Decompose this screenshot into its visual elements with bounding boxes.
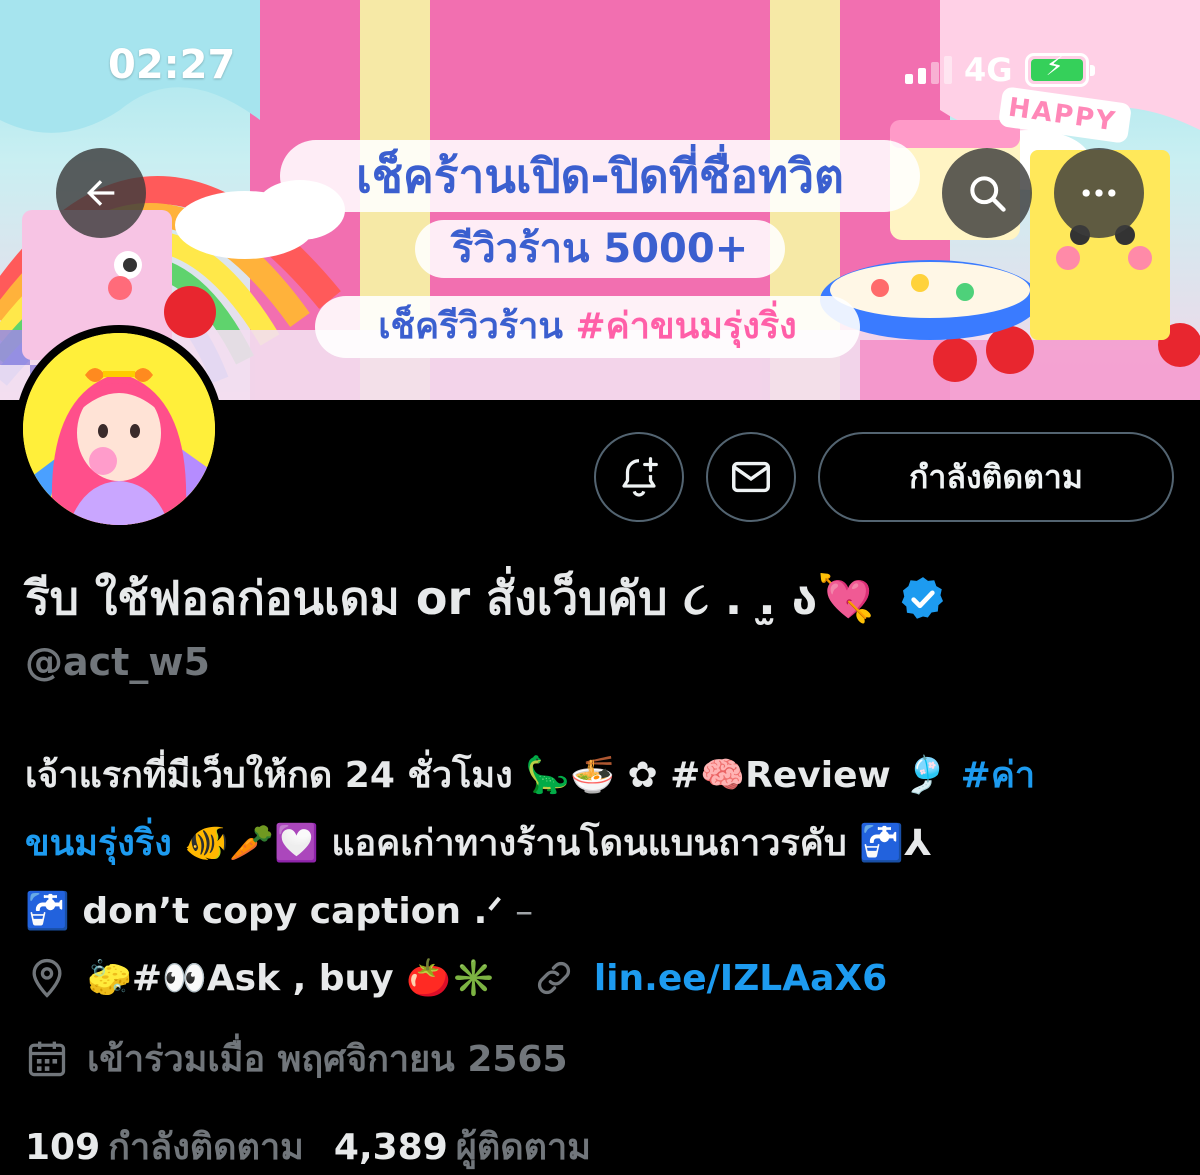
profile-display-name: รีบ ใช้ฟอลก่อนเดม or สั่งเว็บคับ ૮ . .̫ … [25, 562, 948, 635]
network-type: 4G [964, 51, 1013, 89]
message-button[interactable] [706, 432, 796, 522]
charging-bolt-icon: ⚡ [1045, 52, 1064, 82]
followers-count: 4,389 [333, 1127, 448, 1168]
battery-icon: ⚡ [1024, 52, 1095, 87]
status-time: 02:27 [108, 42, 236, 88]
avatar-illustration [23, 333, 215, 525]
bio-text-tail: – [515, 891, 534, 932]
location-pin-icon [32, 958, 62, 998]
profile-bio: เจ้าแรกที่มีเว็บให้กด 24 ชั่วโมง 🦕🍜 ✿ #🧠… [25, 742, 1185, 946]
bio-line-2: ขนมรุ่งริ่ง 🐠🥕💟 แอคเก่าทางร้านโดนแบนถาวร… [25, 810, 1185, 878]
status-indicators: 4G ⚡ [905, 48, 1095, 92]
profile-stats: 109 กำลังติดตาม 4,389 ผู้ติดตาม [25, 1118, 591, 1175]
bio-hashtag-link[interactable]: #ค่า [961, 755, 1035, 796]
following-label: กำลังติดตาม [108, 1127, 304, 1168]
profile-banner: เช็คร้านเปิด-ปิดที่ชื่อทวิต รีวิวร้าน 50… [0, 0, 1200, 400]
more-options-button[interactable] [1054, 148, 1144, 238]
back-button[interactable] [56, 148, 146, 238]
profile-location: 🧽#👀Ask , buy 🍅✳️ [87, 958, 496, 999]
signal-strength-icon [905, 56, 952, 84]
banner-tagline-prefix: เช็ครีวิวร้าน [378, 306, 563, 347]
followers-label: ผู้ติดตาม [455, 1127, 591, 1168]
banner-subheadline: รีวิวร้าน 5000+ [415, 220, 785, 278]
bio-line-1: เจ้าแรกที่มีเว็บให้กด 24 ชั่วโมง 🦕🍜 ✿ #🧠… [25, 742, 1185, 810]
profile-avatar[interactable] [15, 325, 223, 533]
back-arrow-icon [87, 180, 115, 206]
followers-count-link[interactable]: 4,389 ผู้ติดตาม [334, 1118, 591, 1175]
profile-website-link[interactable]: lin.ee/IZLAaX6 [594, 958, 887, 999]
envelope-icon [732, 461, 770, 493]
bio-text: 🚰 don’t copy caption .ᐟ [25, 891, 503, 932]
banner-headline: เช็คร้านเปิด-ปิดที่ชื่อทวิต [280, 140, 920, 212]
following-count: 109 [25, 1127, 101, 1168]
link-icon [537, 961, 570, 995]
following-button[interactable]: กำลังติดตาม [818, 432, 1174, 522]
bio-text: 🐠🥕💟 แอคเก่าทางร้านโดนแบนถาวรคับ 🚰⅄ [184, 823, 932, 864]
profile-joined-date: เข้าร่วมเมื่อ พฤศจิกายน 2565 [87, 1039, 568, 1080]
banner-tagline-hashtag: #ค่าขนมรุ่งริ่ง [575, 306, 797, 347]
bio-hashtag-link-continued[interactable]: ขนมรุ่งริ่ง [25, 823, 172, 864]
banner-tagline: เช็ครีวิวร้าน #ค่าขนมรุ่งริ่ง [315, 296, 860, 358]
search-icon [970, 176, 1006, 212]
more-icon [1082, 189, 1116, 197]
profile-meta-joined: เข้าร่วมเมื่อ พฤศจิกายน 2565 [25, 1030, 568, 1087]
notification-subscribe-button[interactable] [594, 432, 684, 522]
verified-badge-icon [902, 576, 944, 619]
avatar-image [23, 333, 215, 525]
bio-line-3: 🚰 don’t copy caption .ᐟ – [25, 878, 1185, 946]
calendar-icon [28, 1041, 66, 1076]
display-name-text: รีบ ใช้ฟอลก่อนเดม or สั่งเว็บคับ ૮ . .̫ … [25, 571, 875, 625]
profile-meta-location-link: 🧽#👀Ask , buy 🍅✳️ lin.ee/IZLAaX6 [25, 956, 887, 1000]
search-button[interactable] [942, 148, 1032, 238]
profile-handle: @act_w5 [25, 640, 210, 684]
bell-plus-icon [622, 457, 658, 497]
bio-text: เจ้าแรกที่มีเว็บให้กด 24 ชั่วโมง 🦕🍜 ✿ #🧠… [25, 755, 949, 796]
following-count-link[interactable]: 109 กำลังติดตาม [25, 1118, 304, 1175]
